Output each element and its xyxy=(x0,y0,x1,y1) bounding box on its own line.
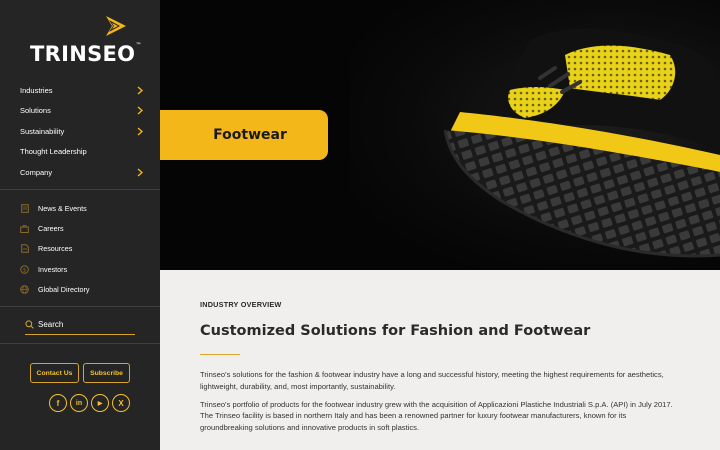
nav-item-label: Thought Leadership xyxy=(20,147,87,157)
chevron-right-icon xyxy=(136,167,144,177)
divider xyxy=(0,189,160,190)
linkedin-icon[interactable]: in xyxy=(70,394,88,412)
dollar-icon: $ xyxy=(20,265,29,274)
chevron-right-icon xyxy=(136,106,144,116)
nav-item-label: Company xyxy=(20,167,53,177)
section-eyebrow: INDUSTRY OVERVIEW xyxy=(200,300,282,309)
util-item-global-directory[interactable]: Global Directory xyxy=(0,280,160,300)
industry-overview: INDUSTRY OVERVIEW Customized Solutions f… xyxy=(200,300,680,434)
divider xyxy=(0,306,160,307)
search-box[interactable] xyxy=(25,314,135,335)
news-icon xyxy=(20,203,29,213)
util-item-label: Resources xyxy=(38,244,73,254)
util-item-label: News & Events xyxy=(38,203,87,213)
logo-wordmark: TRINSEO™ xyxy=(30,42,142,66)
util-item-label: Careers xyxy=(38,224,64,234)
body-paragraph: Trinseo’s solutions for the fashion & fo… xyxy=(200,370,664,391)
nav-item-sustainability[interactable]: Sustainability xyxy=(0,121,160,142)
chevron-right-icon xyxy=(136,85,144,95)
svg-text:$: $ xyxy=(23,267,27,273)
util-item-label: Investors xyxy=(38,264,68,274)
facebook-icon[interactable]: f xyxy=(49,394,67,412)
section-headline: Customized Solutions for Fashion and Foo… xyxy=(200,323,591,339)
nav-item-label: Industries xyxy=(20,85,53,95)
sidebar: TRINSEO™ Industries Solutions Sustainabi… xyxy=(0,0,160,450)
nav-item-solutions[interactable]: Solutions xyxy=(0,101,160,122)
util-item-resources[interactable]: Resources xyxy=(0,239,160,259)
utility-nav: News & Events Careers Resources $ Invest… xyxy=(0,198,160,300)
subscribe-button[interactable]: Subscribe xyxy=(83,363,130,383)
util-item-investors[interactable]: $ Investors xyxy=(0,259,160,279)
facebook-glyph: f xyxy=(56,398,60,408)
search-input[interactable] xyxy=(38,319,128,329)
youtube-glyph: ▶ xyxy=(97,400,103,407)
main-nav: Industries Solutions Sustainability Thou… xyxy=(0,80,160,183)
hero-title-pill: Footwear xyxy=(160,110,328,160)
util-item-label: Global Directory xyxy=(38,285,90,295)
youtube-icon[interactable]: ▶ xyxy=(91,394,109,412)
x-twitter-icon[interactable]: X xyxy=(112,394,130,412)
shoe-image xyxy=(443,28,720,258)
nav-item-thought-leadership[interactable]: Thought Leadership xyxy=(0,142,160,163)
hero-banner: Footwear xyxy=(160,0,720,270)
accent-divider xyxy=(200,354,240,355)
page-title: Footwear xyxy=(213,127,287,143)
contact-us-button[interactable]: Contact Us xyxy=(30,363,79,383)
linkedin-glyph: in xyxy=(75,399,83,407)
body-paragraph: Trinseo’s portfolio of products for the … xyxy=(200,399,673,433)
util-item-careers[interactable]: Careers xyxy=(0,218,160,238)
nav-item-label: Sustainability xyxy=(20,126,65,136)
x-glyph: X xyxy=(118,398,124,408)
nav-item-company[interactable]: Company xyxy=(0,162,160,183)
divider xyxy=(0,343,160,344)
util-item-news-events[interactable]: News & Events xyxy=(0,198,160,218)
logo-mark-icon xyxy=(106,16,126,36)
globe-icon xyxy=(20,285,29,295)
search-icon xyxy=(25,319,34,329)
nav-item-label: Solutions xyxy=(20,106,51,116)
nav-item-industries[interactable]: Industries xyxy=(0,80,160,101)
chevron-right-icon xyxy=(136,126,144,136)
briefcase-icon xyxy=(20,224,29,233)
trinseo-logo[interactable]: TRINSEO™ xyxy=(30,14,142,66)
document-icon xyxy=(20,244,29,254)
